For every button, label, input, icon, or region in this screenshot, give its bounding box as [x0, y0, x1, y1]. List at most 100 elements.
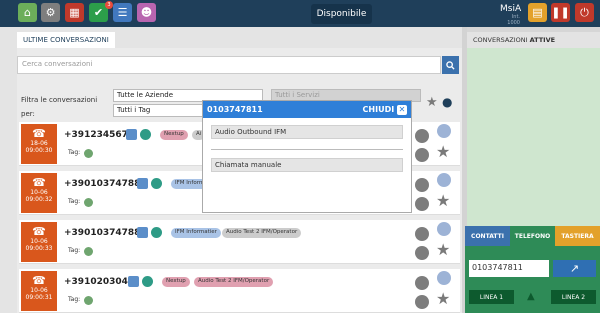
- document-icon[interactable]: [415, 227, 429, 241]
- modal-header: 0103747811 CHIUDI ✕: [203, 101, 411, 118]
- tab-recent-conversations[interactable]: ULTIME CONVERSAZIONI: [17, 32, 115, 48]
- option-audio-outbound[interactable]: Audio Outbound IFM: [211, 125, 403, 139]
- close-icon[interactable]: ✕: [397, 104, 407, 115]
- phone-icon: ☎: [32, 176, 46, 189]
- phone-icon: ☎: [32, 225, 46, 238]
- add-tag-icon[interactable]: [84, 296, 93, 305]
- phone-icon: ☎: [32, 274, 46, 287]
- line-2-button[interactable]: LINEA 2: [551, 290, 596, 304]
- call-button[interactable]: ↗: [553, 260, 596, 277]
- service-chip: Audio Test 2 IFM/Operator: [194, 277, 274, 287]
- row-tag-label: Tag:: [68, 247, 81, 254]
- star-icon[interactable]: ★: [436, 291, 450, 307]
- call-back-icon[interactable]: [415, 246, 429, 260]
- add-tag-icon[interactable]: [84, 198, 93, 207]
- chat-icon[interactable]: [437, 271, 451, 285]
- user-filter-icon[interactable]: ●: [442, 95, 452, 109]
- home-icon[interactable]: ⌂: [18, 3, 37, 22]
- availability-button[interactable]: Disponibile: [311, 4, 372, 24]
- tab-telefono[interactable]: TELEFONO: [510, 226, 555, 246]
- chat-icon[interactable]: [437, 222, 451, 236]
- service-chip: IFM Informatier: [171, 228, 221, 238]
- line-1-button[interactable]: LINEA 1: [469, 290, 514, 304]
- chat-icon[interactable]: [437, 124, 451, 138]
- star-icon[interactable]: ★: [436, 193, 450, 209]
- phone-icon: ☎: [32, 127, 46, 140]
- phone-number-input[interactable]: 0103747811: [469, 260, 549, 277]
- tab-contatti[interactable]: CONTATTI: [465, 226, 510, 246]
- row-number: +390103747889: [64, 228, 147, 238]
- star-icon[interactable]: ★: [436, 242, 450, 258]
- transfer-icon: ▲: [527, 291, 535, 302]
- user-info: MsiA Int. 1000: [500, 4, 522, 26]
- row-time: 09:00:31: [25, 294, 53, 301]
- modal-divider: [211, 149, 403, 150]
- call-avatar: ☎ 10-06 09:00:33: [21, 222, 57, 262]
- gear-icon[interactable]: ⚙: [41, 3, 60, 22]
- conversation-row[interactable]: ☎ 10-06 09:00:31 +3910203040 Nextup Audio …: [19, 269, 460, 313]
- search-button[interactable]: [442, 56, 459, 74]
- power-icon[interactable]: ⏻: [575, 3, 594, 22]
- search-input[interactable]: Cerca conversazioni: [17, 56, 441, 74]
- document-icon[interactable]: [415, 276, 429, 290]
- option-manual-call[interactable]: Chiamata manuale: [211, 158, 403, 172]
- service-selection-modal: 0103747811 CHIUDI ✕ Audio Outbound IFM C…: [202, 100, 412, 213]
- star-icon[interactable]: ★: [436, 144, 450, 160]
- contacts-icon[interactable]: ☻: [137, 3, 156, 22]
- active-title-strong: ATTIVE: [529, 36, 556, 44]
- favorites-filter-star-icon[interactable]: ★: [426, 95, 438, 111]
- active-title-prefix: CONVERSAZIONI: [473, 36, 528, 44]
- call-avatar: ☎ 10-06 09:00:31: [21, 271, 57, 311]
- add-tag-icon[interactable]: [84, 149, 93, 158]
- row-date: 10-06: [30, 287, 48, 294]
- row-number: +390103747889: [64, 179, 147, 189]
- document-icon[interactable]: [415, 129, 429, 143]
- tab-tastiera[interactable]: TASTIERA: [555, 226, 600, 246]
- chat-icon[interactable]: [437, 173, 451, 187]
- clipboard-icon[interactable]: ▤: [528, 3, 547, 22]
- user-name: MsiA: [500, 4, 522, 14]
- contact-icon: [128, 276, 139, 287]
- document-icon[interactable]: [415, 178, 429, 192]
- modal-close-label: CHIUDI: [362, 104, 395, 114]
- clock-icon: [142, 276, 153, 287]
- modal-title: 0103747811: [207, 105, 263, 114]
- row-number: +3910203040: [64, 277, 135, 287]
- row-tag-label: Tag:: [68, 149, 81, 156]
- contact-icon: [137, 227, 148, 238]
- add-tag-icon[interactable]: [84, 247, 93, 256]
- row-date: 18-06: [30, 140, 48, 147]
- list-icon[interactable]: ☰: [113, 3, 132, 22]
- service-chip: Audio Test 2 IFM/Operator: [222, 228, 302, 238]
- row-time: 09:00:30: [25, 147, 53, 154]
- pause-icon[interactable]: ❚❚: [551, 3, 570, 22]
- call-avatar: ☎ 18-06 09:00:30: [21, 124, 57, 164]
- filter-label: Filtra le conversazioni per:: [21, 96, 98, 118]
- search-icon: [446, 60, 455, 70]
- row-tag-label: Tag:: [68, 198, 81, 205]
- service-chip: Nextup: [162, 277, 190, 287]
- call-back-icon[interactable]: [415, 295, 429, 309]
- clock-icon: [151, 227, 162, 238]
- row-date: 10-06: [30, 238, 48, 245]
- conversation-row[interactable]: ☎ 10-06 09:00:33 +390103747889 IFM Informa…: [19, 220, 460, 264]
- calendar-icon[interactable]: ▦: [65, 3, 84, 22]
- top-bar: ⌂ ⚙ ▦ ✔ 3 ☰ ☻ Disponibile MsiA Int. 1000…: [0, 0, 600, 27]
- clock-icon: [140, 129, 151, 140]
- row-time: 09:00:33: [25, 245, 53, 252]
- call-back-icon[interactable]: [415, 148, 429, 162]
- row-number: +3912345678: [64, 130, 135, 140]
- call-avatar: ☎ 10-06 09:00:32: [21, 173, 57, 213]
- modal-close-button[interactable]: CHIUDI ✕: [362, 104, 407, 115]
- contact-icon: [137, 178, 148, 189]
- notification-badge: 3: [105, 1, 113, 9]
- service-chip: Nextup: [160, 130, 188, 140]
- arrow-up-right-icon: ↗: [569, 262, 580, 275]
- clock-icon: [151, 178, 162, 189]
- contact-icon: [126, 129, 137, 140]
- row-date: 10-06: [30, 189, 48, 196]
- phone-widget: CONTATTI TELEFONO TASTIERA 0103747811 ↗ …: [465, 226, 600, 313]
- user-extension: Int. 1000: [507, 14, 520, 26]
- tab-active-conversations[interactable]: CONVERSAZIONI ATTIVE: [467, 32, 600, 48]
- call-back-icon[interactable]: [415, 197, 429, 211]
